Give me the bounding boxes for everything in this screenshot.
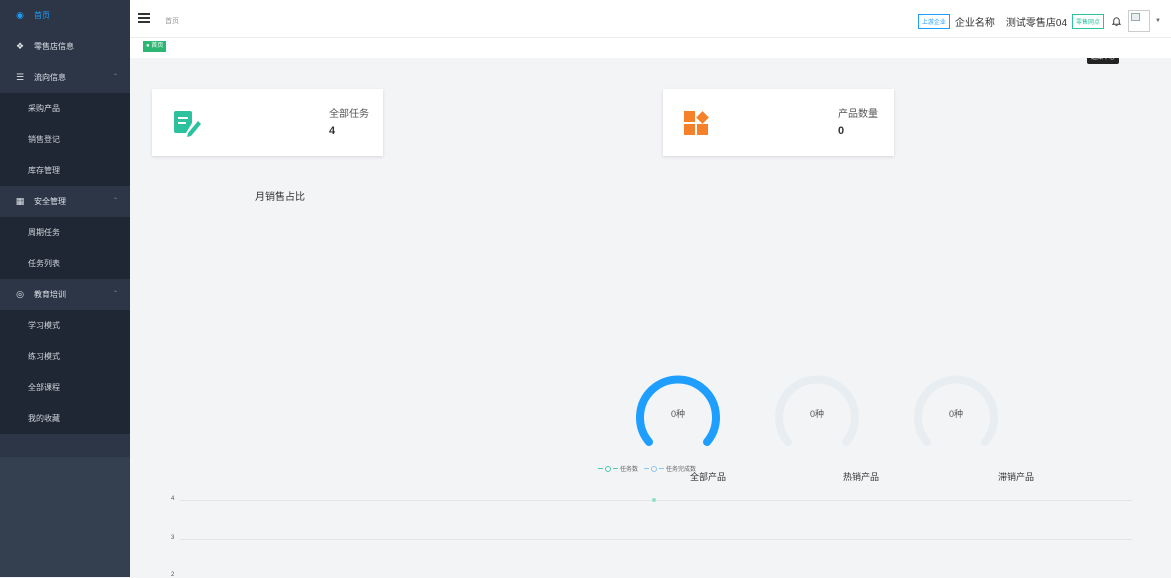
bell-icon[interactable] [1109, 14, 1123, 28]
y-tick-2: 2 [171, 572, 175, 578]
menu-item-flow-info[interactable]: ☰ 流向信息 ⌃ [0, 62, 130, 93]
menu-label-education: 教育培训 [34, 290, 66, 299]
chevron-up-icon: ⌃ [112, 291, 118, 297]
store-icon: ❖ [15, 41, 25, 51]
chevron-up-icon: ⌃ [112, 74, 118, 80]
submenu-task-list[interactable]: 任务列表 [0, 248, 130, 279]
product-count-card[interactable]: 产品数量 0 [663, 89, 894, 156]
gauge-slow-label: 滞销产品 [998, 472, 1035, 482]
data-point-tasks [652, 498, 656, 502]
submenu-sales-register[interactable]: 销售登记 [0, 124, 130, 155]
tab-home-label: 首页 [151, 43, 164, 49]
submenu-all-courses[interactable]: 全部课程 [0, 372, 130, 403]
sidebar: ◉ 首页 ❖ 零售店信息 ☰ 流向信息 ⌃ 采购产品 销售登记 库存管理 ▦ 安… [0, 0, 130, 577]
safety-icon: ▦ [15, 196, 25, 206]
submenu-purchase-products[interactable]: 采购产品 [0, 93, 130, 124]
gauge-hot-products: 0种 [775, 375, 859, 446]
menu-item-store-info[interactable]: ❖ 零售店信息 [0, 31, 130, 62]
education-icon: ◎ [16, 289, 24, 299]
y-tick-3: 3 [171, 535, 175, 541]
avatar[interactable] [1128, 10, 1151, 32]
product-count-title: 产品数量 [838, 109, 878, 120]
tab-home[interactable]: ● 首页 [143, 41, 167, 52]
all-tasks-title: 全部任务 [329, 109, 369, 120]
circle-marker-icon [651, 465, 658, 472]
legend-item-tasks[interactable]: 任务数 [598, 464, 638, 473]
menu-toggle-icon[interactable] [138, 13, 150, 23]
company-name-label: 企业名称 [954, 17, 995, 29]
chevron-down-icon[interactable]: ▼ [1155, 18, 1161, 24]
top-header: 首页 上游企业 企业名称 测试零售店04 零售网点 ▼ [130, 0, 1171, 38]
menu-item-home[interactable]: ◉ 首页 [0, 0, 130, 31]
submenu-inventory[interactable]: 库存管理 [0, 155, 130, 186]
gauge-slow-products: 0种 [914, 375, 998, 446]
header-right: 上游企业 企业名称 测试零售店04 零售网点 ▼ [917, 10, 1161, 32]
gridline [180, 500, 1132, 501]
legend-label-completed: 任务完成数 [666, 467, 697, 473]
gauge-hot-label: 热销产品 [843, 472, 880, 482]
home-icon: ◉ [16, 10, 24, 20]
y-tick-4: 4 [171, 496, 175, 502]
chevron-up-icon: ⌃ [112, 198, 118, 204]
gridline [180, 539, 1132, 540]
sidebar-footer [0, 457, 130, 577]
submenu-favorites[interactable]: 我的收藏 [0, 403, 130, 434]
task-edit-icon [174, 111, 201, 137]
menu-label-flow-info: 流向信息 [34, 73, 66, 82]
upstream-company-tag[interactable]: 上游企业 [917, 13, 950, 29]
gauge-all-products: 0种 [636, 375, 720, 446]
product-grid-icon [684, 111, 709, 135]
gauge-slow-value: 0种 [949, 408, 963, 419]
circle-marker-icon [605, 465, 611, 472]
submenu-study-mode[interactable]: 学习模式 [0, 310, 130, 341]
menu-label-safety: 安全管理 [34, 197, 66, 206]
breadcrumb: 首页 [165, 18, 179, 25]
tab-bar: ● 首页 [130, 38, 1171, 58]
legend-item-completed[interactable]: 任务完成数 [644, 464, 696, 473]
menu-item-education[interactable]: ◎ 教育培训 ⌃ [0, 279, 130, 310]
all-tasks-card[interactable]: 全部任务 4 [152, 89, 383, 156]
submenu-practice-mode[interactable]: 练习模式 [0, 341, 130, 372]
submenu-periodic-tasks[interactable]: 周期任务 [0, 217, 130, 248]
gauge-hot-value: 0种 [810, 408, 824, 419]
chart-legend: 任务数 任务完成数 [598, 464, 696, 473]
flow-icon: ☰ [15, 72, 25, 82]
menu-item-safety[interactable]: ▦ 安全管理 ⌃ [0, 186, 130, 217]
retail-outlet-tag[interactable]: 零售网点 [1072, 13, 1105, 29]
legend-label-tasks: 任务数 [620, 467, 639, 473]
gauge-all-value: 0种 [671, 408, 685, 419]
store-name: 测试零售店04 [1005, 17, 1068, 29]
menu-label-home: 首页 [34, 11, 50, 20]
monthly-sales-title: 月销售占比 [255, 192, 305, 203]
menu-label-store-info: 零售店信息 [34, 42, 74, 51]
all-tasks-value: 4 [329, 125, 336, 137]
product-count-value: 0 [838, 125, 845, 137]
